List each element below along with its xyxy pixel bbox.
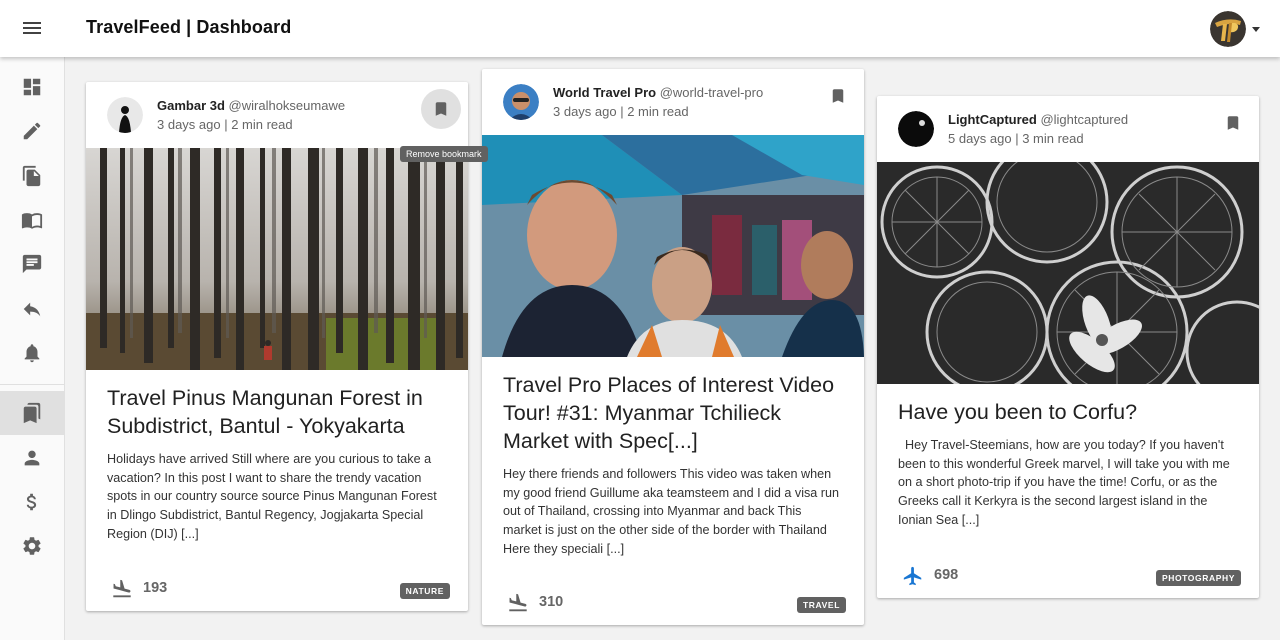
author-avatar[interactable] xyxy=(107,97,143,133)
sidebar-item-bookmarks[interactable] xyxy=(0,391,64,435)
sidebar-item-profile[interactable] xyxy=(0,436,64,480)
sidebar-item-replies[interactable] xyxy=(0,287,64,331)
post-title[interactable]: Travel Pinus Mangunan Forest in Subdistr… xyxy=(86,370,468,440)
author-handle[interactable]: @lightcaptured xyxy=(1040,112,1128,127)
upvote-button[interactable] xyxy=(507,592,529,614)
upvote-button[interactable] xyxy=(902,565,924,587)
post-card[interactable]: LightCaptured @lightcaptured 5 days ago … xyxy=(877,96,1259,598)
post-meta: 3 days ago | 2 min read xyxy=(553,104,689,119)
post-image[interactable] xyxy=(482,135,864,357)
sidebar-item-drafts[interactable] xyxy=(0,154,64,198)
author-handle[interactable]: @world-travel-pro xyxy=(660,85,764,100)
comments-icon xyxy=(22,254,42,274)
sidebar xyxy=(0,57,65,640)
wallet-icon xyxy=(26,493,37,511)
tag-chip[interactable]: NATURE xyxy=(399,583,450,599)
post-meta: 5 days ago | 3 min read xyxy=(948,131,1084,146)
sidebar-item-wallet[interactable] xyxy=(0,480,64,524)
vote-count: 193 xyxy=(143,580,168,596)
bookmark-button[interactable] xyxy=(1213,103,1253,143)
sidebar-item-notifications[interactable] xyxy=(0,331,64,375)
dashboard-icon xyxy=(23,78,41,96)
author-line: Gambar 3d @wiralhokseumawe xyxy=(157,98,345,113)
sidebar-item-write[interactable] xyxy=(0,109,64,153)
bookmark-icon xyxy=(435,102,447,116)
sidebar-item-posts[interactable] xyxy=(0,198,64,242)
post-excerpt: Holidays have arrived Still where are yo… xyxy=(107,452,437,541)
author-handle[interactable]: @wiralhokseumawe xyxy=(229,98,346,113)
caret-down-icon[interactable] xyxy=(1252,26,1260,32)
settings-icon xyxy=(23,537,41,555)
card-header: LightCaptured @lightcaptured 5 days ago … xyxy=(877,96,1259,162)
flight-land-icon xyxy=(113,579,131,598)
top-app-bar: TravelFeed | Dashboard xyxy=(0,0,1280,57)
bookmark-icon xyxy=(832,89,844,103)
author-line: LightCaptured @lightcaptured xyxy=(948,112,1128,127)
tag-chip[interactable]: PHOTOGRAPHY xyxy=(1155,570,1241,586)
bookmarks-icon xyxy=(23,402,41,424)
author-name[interactable]: World Travel Pro xyxy=(553,85,656,100)
post-excerpt: Hey Travel-Steemians, how are you today?… xyxy=(898,438,1234,527)
card-footer: 698 PHOTOGRAPHY xyxy=(877,554,1259,598)
bookmark-button[interactable] xyxy=(818,76,858,116)
flight-icon xyxy=(903,566,922,586)
vote-count: 698 xyxy=(934,567,959,583)
page-title: TravelFeed | Dashboard xyxy=(86,17,292,37)
account-menu[interactable] xyxy=(1210,11,1260,47)
card-footer: 193 NATURE xyxy=(86,567,468,611)
author-line: World Travel Pro @world-travel-pro xyxy=(553,85,763,100)
sidebar-item-settings[interactable] xyxy=(0,524,64,568)
upvote-button[interactable] xyxy=(111,578,133,600)
menu-icon[interactable] xyxy=(20,16,44,40)
post-image[interactable] xyxy=(877,162,1259,384)
card-header: World Travel Pro @world-travel-pro 3 day… xyxy=(482,69,864,135)
profile-icon xyxy=(24,450,40,466)
post-excerpt: Hey there friends and followers This vid… xyxy=(503,467,840,556)
post-image[interactable] xyxy=(86,148,468,370)
post-title[interactable]: Have you been to Corfu? xyxy=(877,384,1259,426)
replies-icon xyxy=(23,302,41,317)
author-avatar[interactable] xyxy=(898,111,934,147)
sidebar-divider xyxy=(0,384,64,385)
post-meta: 3 days ago | 2 min read xyxy=(157,117,293,132)
author-name[interactable]: Gambar 3d xyxy=(157,98,225,113)
bookmark-icon xyxy=(1227,116,1239,130)
posts-icon xyxy=(21,213,43,229)
drafts-icon xyxy=(22,165,41,187)
sidebar-item-dashboard[interactable] xyxy=(0,65,64,109)
sidebar-item-comments[interactable] xyxy=(0,242,64,286)
tag-chip[interactable]: TRAVEL xyxy=(797,597,846,613)
card-footer: 310 TRAVEL xyxy=(482,581,864,625)
post-card[interactable]: World Travel Pro @world-travel-pro 3 day… xyxy=(482,69,864,625)
edit-icon xyxy=(23,122,41,140)
card-header: Gambar 3d @wiralhokseumawe 3 days ago | … xyxy=(86,82,468,148)
post-title[interactable]: Travel Pro Places of Interest Video Tour… xyxy=(482,357,864,455)
author-name[interactable]: LightCaptured xyxy=(948,112,1037,127)
bookmark-button[interactable] xyxy=(421,89,461,129)
notifications-icon xyxy=(24,344,40,363)
user-avatar[interactable] xyxy=(1210,11,1246,47)
tooltip: Remove bookmark xyxy=(400,146,488,162)
author-avatar[interactable] xyxy=(503,84,539,120)
vote-count: 310 xyxy=(539,594,564,610)
flight-land-icon xyxy=(509,593,527,612)
